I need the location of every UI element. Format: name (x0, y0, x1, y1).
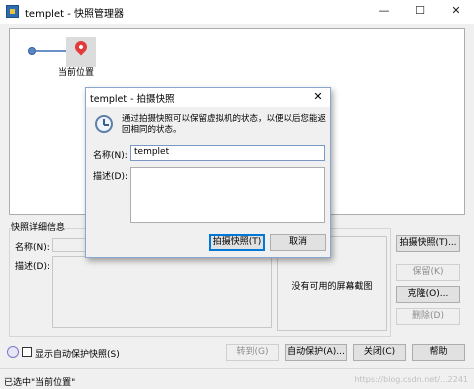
dialog-title: templet - 拍摄快照 (90, 94, 175, 105)
dialog-name-label: 名称(N): (93, 151, 128, 161)
details-title: 快照详细信息 (11, 223, 66, 233)
help-button[interactable]: 帮助 (412, 344, 465, 361)
auto-protect-button[interactable]: 自动保护(A)... (285, 344, 347, 361)
watermark-text: https://blog.csdn.net/...2241 (354, 375, 468, 384)
maximize-button[interactable]: ☐ (402, 0, 438, 24)
details-name-label: 名称(N): (15, 243, 50, 253)
keep-button[interactable]: 保留(K) (396, 264, 460, 281)
snapshot-manager-window: templet - 快照管理器 — ☐ ✕ 当前位置 快照详细信息 名称(N):… (0, 0, 474, 389)
delete-button[interactable]: 删除(D) (396, 308, 460, 325)
dialog-cancel-button[interactable]: 取消 (270, 234, 326, 251)
dialog-take-snapshot-button[interactable]: 拍摄快照(T) (209, 234, 265, 251)
no-screenshot-text: 没有可用的屏幕截图 (291, 282, 373, 292)
clock-icon (95, 115, 113, 133)
tree-connector (36, 50, 66, 52)
take-snapshot-dialog: templet - 拍摄快照 ✕ 通过拍摄快照可以保留虚拟机的状态，以便以后您能… (85, 87, 331, 258)
dialog-title-bar: templet - 拍摄快照 ✕ (86, 88, 330, 107)
show-auto-protect-checkbox[interactable] (22, 347, 32, 357)
status-text: 已选中"当前位置" (4, 378, 76, 388)
title-bar: templet - 快照管理器 — ☐ ✕ (0, 0, 474, 24)
vmware-app-icon (6, 5, 19, 18)
current-location-label[interactable]: 当前位置 (58, 65, 94, 78)
dialog-description: 通过拍摄快照可以保留虚拟机的状态，以便以后您能返回相同的状态。 (122, 114, 327, 135)
details-desc-label: 描述(D): (15, 262, 50, 272)
show-auto-protect-label[interactable]: 显示自动保护快照(S) (35, 347, 120, 360)
location-pin-icon (72, 38, 90, 56)
clone-button[interactable]: 克隆(O)... (396, 286, 460, 303)
close-button[interactable]: 关闭(C) (353, 344, 406, 361)
current-location-node[interactable] (66, 37, 96, 67)
dialog-close-icon[interactable]: ✕ (309, 88, 327, 107)
take-snapshot-button[interactable]: 拍摄快照(T)... (396, 235, 460, 252)
vm-start-node-icon[interactable] (28, 47, 36, 55)
dialog-desc-label: 描述(D): (93, 172, 128, 182)
minimize-button[interactable]: — (366, 0, 402, 24)
snapshot-description-input[interactable] (130, 167, 325, 223)
close-window-button[interactable]: ✕ (438, 0, 474, 24)
snapshot-name-input[interactable]: templet (130, 145, 325, 161)
bottom-bar: 显示自动保护快照(S) 转到(G) 自动保护(A)... 关闭(C) 帮助 (0, 342, 474, 364)
status-bar: 已选中"当前位置" https://blog.csdn.net/...2241 (0, 368, 474, 389)
goto-button[interactable]: 转到(G) (226, 344, 279, 361)
details-desc-field (52, 256, 272, 328)
window-title: templet - 快照管理器 (25, 9, 124, 20)
help-circle-icon[interactable] (7, 346, 19, 358)
